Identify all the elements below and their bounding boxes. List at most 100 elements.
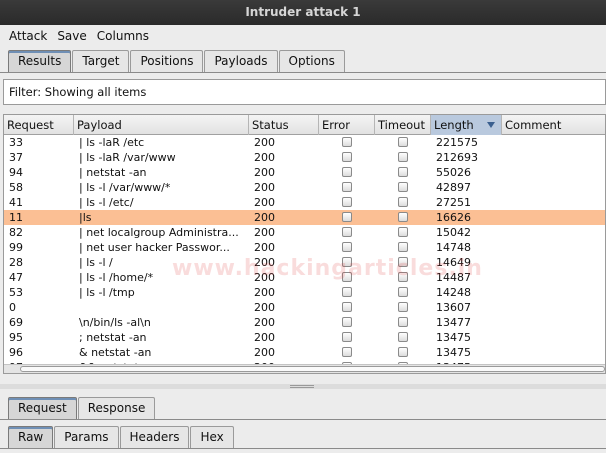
menu-columns[interactable]: Columns — [92, 29, 154, 43]
cell-length: 13475 — [436, 331, 471, 344]
view-tabs: Raw Params Headers Hex — [0, 426, 235, 448]
timeout-checkbox — [398, 302, 408, 312]
filter-bar[interactable]: Filter: Showing all items — [3, 79, 606, 105]
column-header-comment[interactable]: Comment — [502, 115, 605, 135]
column-header-request[interactable]: Request — [4, 115, 74, 135]
table-row[interactable]: 0 200 13607 — [4, 300, 605, 315]
cell-request: 41 — [9, 196, 23, 209]
cell-status: 200 — [254, 241, 275, 254]
tab-target[interactable]: Target — [72, 50, 130, 72]
table-row[interactable]: 53 | ls -l /tmp 200 14248 — [4, 285, 605, 300]
error-checkbox — [342, 287, 352, 297]
cell-comment — [504, 300, 604, 315]
cell-comment — [504, 180, 604, 195]
table-row[interactable]: 47 | ls -l /home/* 200 14487 — [4, 270, 605, 285]
cell-comment — [504, 165, 604, 180]
cell-comment — [504, 225, 604, 240]
tab-options[interactable]: Options — [278, 50, 345, 72]
table-row[interactable]: 95 ; netstat -an 200 13475 — [4, 330, 605, 345]
cell-payload: & netstat -an — [79, 346, 152, 359]
table-row[interactable]: 37 | ls -laR /var/www 200 212693 — [4, 150, 605, 165]
cell-request: 82 — [9, 226, 23, 239]
detail-tab-divider — [0, 419, 606, 420]
results-table: Request Payload Status Error Timeout Len… — [3, 114, 606, 374]
error-checkbox — [342, 257, 352, 267]
timeout-checkbox — [398, 272, 408, 282]
pane-splitter[interactable] — [0, 384, 606, 389]
menu-attack[interactable]: Attack — [4, 29, 52, 43]
error-checkbox — [342, 197, 352, 207]
cell-comment — [504, 210, 604, 225]
cell-request: 33 — [9, 136, 23, 149]
column-header-timeout[interactable]: Timeout — [375, 115, 431, 135]
cell-length: 221575 — [436, 136, 478, 149]
splitter-grip-icon — [290, 385, 314, 388]
timeout-checkbox — [398, 212, 408, 222]
tab-raw[interactable]: Raw — [8, 426, 54, 448]
cell-length: 14748 — [436, 241, 471, 254]
table-row[interactable]: 69 \n/bin/ls -al\n 200 13477 — [4, 315, 605, 330]
tab-hex[interactable]: Hex — [190, 426, 234, 448]
cell-comment — [504, 150, 604, 165]
cell-request: 47 — [9, 271, 23, 284]
timeout-checkbox — [398, 182, 408, 192]
table-row[interactable]: 96 & netstat -an 200 13475 — [4, 345, 605, 360]
cell-request: 0 — [9, 301, 16, 314]
sort-descending-icon — [487, 122, 495, 128]
table-header: Request Payload Status Error Timeout Len… — [4, 115, 605, 135]
timeout-checkbox — [398, 137, 408, 147]
column-header-length[interactable]: Length — [431, 115, 502, 135]
cell-status: 200 — [254, 166, 275, 179]
cell-status: 200 — [254, 181, 275, 194]
cell-payload: | ls -laR /var/www — [79, 151, 176, 164]
cell-status: 200 — [254, 331, 275, 344]
cell-length: 14487 — [436, 271, 471, 284]
error-checkbox — [342, 242, 352, 252]
cell-request: 69 — [9, 316, 23, 329]
error-checkbox — [342, 332, 352, 342]
top-tabs: Results Target Positions Payloads Option… — [0, 50, 346, 72]
horizontal-scrollbar[interactable] — [4, 364, 605, 373]
error-checkbox — [342, 137, 352, 147]
table-row[interactable]: 58 | ls -l /var/www/* 200 42897 — [4, 180, 605, 195]
timeout-checkbox — [398, 197, 408, 207]
cell-status: 200 — [254, 136, 275, 149]
tab-params[interactable]: Params — [54, 426, 119, 448]
cell-length: 14248 — [436, 286, 471, 299]
scrollbar-thumb[interactable] — [20, 366, 605, 372]
table-row[interactable]: 28 | ls -l / 200 14649 — [4, 255, 605, 270]
column-header-status[interactable]: Status — [249, 115, 319, 135]
tab-headers[interactable]: Headers — [119, 426, 190, 448]
timeout-checkbox — [398, 167, 408, 177]
cell-payload: | ls -l /etc/ — [79, 196, 134, 209]
table-row[interactable]: 33 | ls -laR /etc 200 221575 — [4, 135, 605, 150]
table-row[interactable]: 99 | net user hacker Passwor... 200 14748 — [4, 240, 605, 255]
tab-results[interactable]: Results — [8, 50, 72, 72]
timeout-checkbox — [398, 347, 408, 357]
tab-request[interactable]: Request — [8, 397, 77, 419]
tab-response[interactable]: Response — [77, 397, 156, 419]
timeout-checkbox — [398, 242, 408, 252]
cell-comment — [504, 135, 604, 150]
cell-payload: | ls -l / — [79, 256, 113, 269]
cell-length: 212693 — [436, 151, 478, 164]
cell-length: 15042 — [436, 226, 471, 239]
table-row[interactable]: 11 |ls 200 16626 — [4, 210, 605, 225]
column-header-error[interactable]: Error — [319, 115, 375, 135]
cell-status: 200 — [254, 256, 275, 269]
cell-comment — [504, 270, 604, 285]
tab-payloads[interactable]: Payloads — [204, 50, 278, 72]
column-header-payload[interactable]: Payload — [74, 115, 249, 135]
cell-length: 55026 — [436, 166, 471, 179]
table-row[interactable]: 94 | netstat -an 200 55026 — [4, 165, 605, 180]
table-row[interactable]: 82 | net localgroup Administra... 200 15042 — [4, 225, 605, 240]
table-body: 33 | ls -laR /etc 200 221575 37 | ls -laR /va… — [4, 135, 605, 367]
error-checkbox — [342, 347, 352, 357]
cell-comment — [504, 345, 604, 360]
cell-payload: | net localgroup Administra... — [79, 226, 239, 239]
error-checkbox — [342, 302, 352, 312]
menu-save[interactable]: Save — [52, 29, 91, 43]
menu-bar: Attack Save Columns — [0, 25, 606, 46]
tab-positions[interactable]: Positions — [130, 50, 204, 72]
table-row[interactable]: 41 | ls -l /etc/200 27251 — [4, 195, 605, 210]
